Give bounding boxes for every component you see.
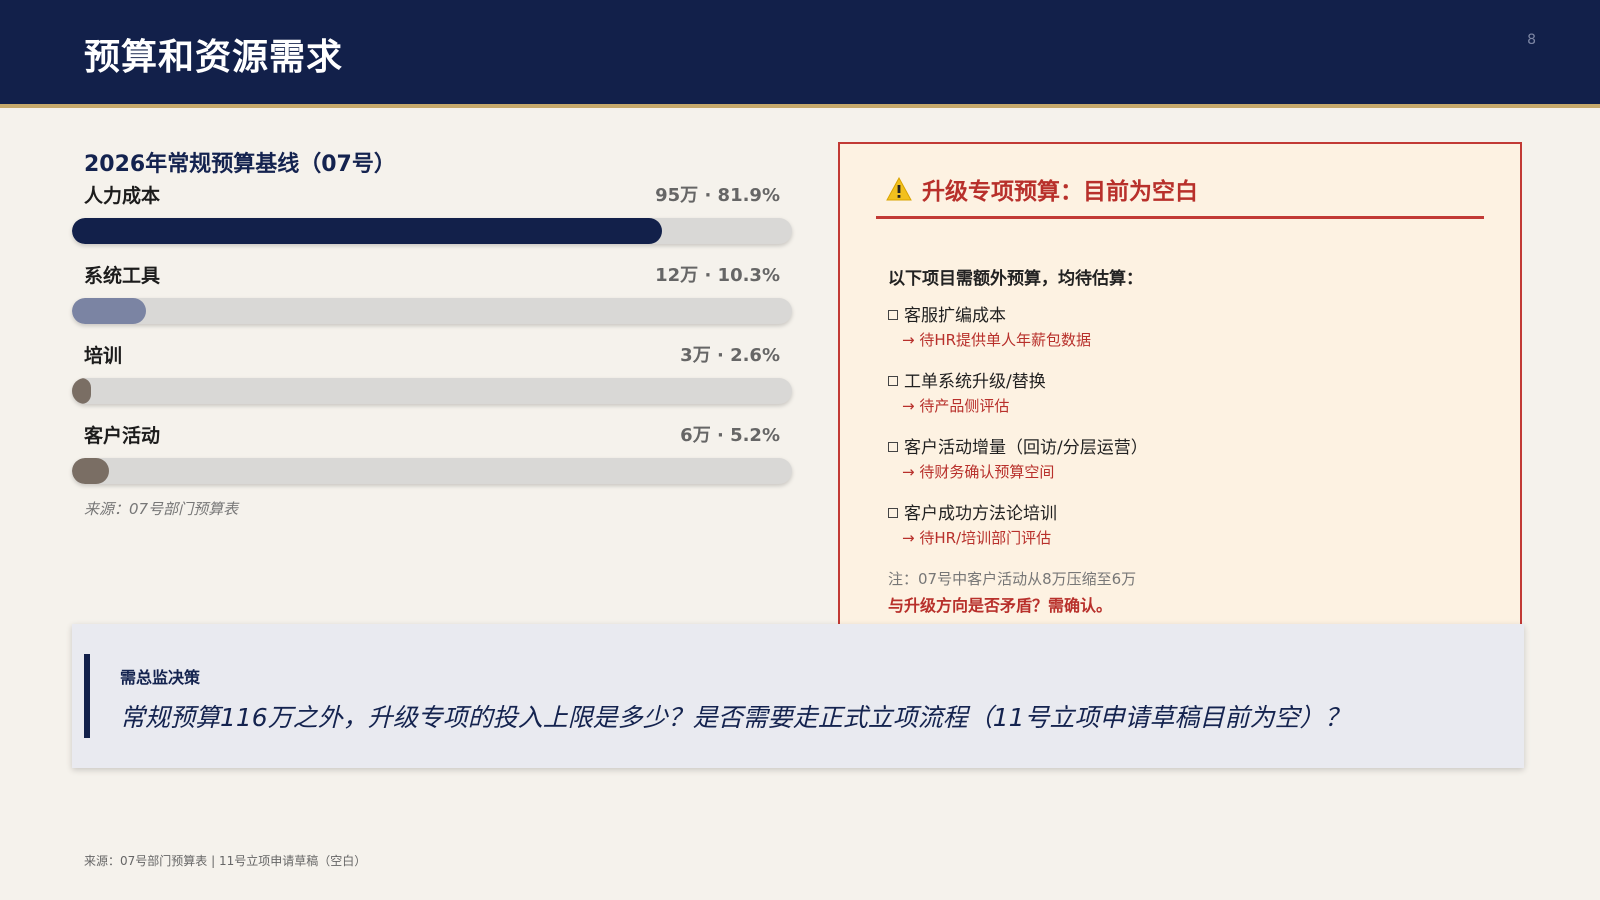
warning-icon (886, 177, 912, 201)
slide-header: 预算和资源需求 8 (0, 0, 1600, 108)
budget-item-amount: 95万 · 81.9% (655, 185, 780, 206)
budget-bar-fill (72, 218, 662, 244)
baseline-title: 2026年常规预算基线（07号） (84, 152, 396, 177)
budget-bar-track (72, 218, 792, 244)
requirement-name: 客户活动增量（回访/分层运营） (888, 436, 1468, 460)
checkbox-icon (888, 310, 898, 320)
checkbox-icon (888, 508, 898, 518)
checkbox-icon (888, 376, 898, 386)
budget-bar-track (72, 378, 792, 404)
budget-item-amount: 6万 · 5.2% (680, 425, 780, 446)
requirement-item: 客户成功方法论培训 → 待HR/培训部门评估 (888, 502, 1468, 568)
budget-bar-track (72, 458, 792, 484)
requirement-note: → 待HR提供单人年薪包数据 (902, 331, 1092, 349)
decision-callout: 需总监决策 常规预算116万之外，升级专项的投入上限是多少？是否需要走正式立项流… (72, 624, 1524, 768)
requirement-item: 工单系统升级/替换 → 待产品侧评估 (888, 370, 1468, 436)
upgrade-title: 升级专项预算：目前为空白 (922, 179, 1198, 205)
budget-item: 人力成本 95万 · 81.9% (72, 182, 792, 262)
slide-title: 预算和资源需求 (84, 37, 344, 78)
requirement-name: 客户成功方法论培训 (888, 502, 1468, 526)
upgrade-note-question: 与升级方向是否矛盾？需确认。 (888, 596, 1113, 615)
budget-bar-fill (72, 298, 147, 324)
requirement-list: 客服扩编成本 → 待HR提供单人年薪包数据 工单系统升级/替换 → 待产品侧评估客户活… (888, 304, 1468, 568)
budget-item-amount: 3万 · 2.6% (680, 345, 780, 366)
requirement-item: 客户活动增量（回访/分层运营） → 待财务确认预算空间 (888, 436, 1468, 502)
budget-item-name: 系统工具 (84, 265, 161, 287)
budget-bar-fill (72, 458, 110, 484)
budget-item: 客户活动 6万 · 5.2% (72, 422, 792, 502)
decision-label: 需总监决策 (120, 668, 201, 687)
budget-item-amount: 12万 · 10.3% (655, 265, 780, 286)
requirement-item: 客服扩编成本 → 待HR提供单人年薪包数据 (888, 304, 1468, 370)
requirement-label: 工单系统升级/替换 (904, 372, 1046, 392)
budget-item: 培训 3万 · 2.6% (72, 342, 792, 422)
requirement-name: 客服扩编成本 (888, 304, 1468, 328)
checkbox-icon (888, 442, 898, 452)
upgrade-title-row: 升级专项预算：目前为空白 (876, 172, 1484, 219)
requirement-note: → 待财务确认预算空间 (902, 463, 1055, 481)
requirement-label: 客户活动增量（回访/分层运营） (904, 438, 1148, 458)
budget-item-name: 客户活动 (84, 425, 161, 447)
upgrade-note: 注：07号中客户活动从8万压缩至6万 (888, 570, 1137, 588)
requirement-label: 客服扩编成本 (904, 306, 1006, 326)
callout-accent-bar (84, 654, 90, 738)
budget-item-name: 人力成本 (84, 185, 161, 207)
requirement-name: 工单系统升级/替换 (888, 370, 1468, 394)
budget-bar-track (72, 298, 792, 324)
budget-bar-fill (72, 378, 91, 404)
page-number: 8 (1527, 32, 1536, 48)
budget-item: 系统工具 12万 · 10.3% (72, 262, 792, 342)
requirement-label: 客户成功方法论培训 (904, 504, 1057, 524)
requirement-note: → 待产品侧评估 (902, 397, 1010, 415)
budget-baseline-panel: 2026年常规预算基线（07号） 人力成本 95万 · 81.9% 系统工具 12万 … (72, 148, 792, 519)
footer-source: 来源：07号部门预算表 | 11号立项申请草稿（空白） (84, 854, 367, 868)
upgrade-intro: 以下项目需额外预算，均待估算： (888, 269, 1143, 289)
upgrade-budget-panel: 升级专项预算：目前为空白 以下项目需额外预算，均待估算： 客服扩编成本 → 待HR… (838, 142, 1522, 682)
decision-question: 常规预算116万之外，升级专项的投入上限是多少？是否需要走正式立项流程（11号立… (120, 703, 1350, 732)
budget-item-name: 培训 (84, 345, 123, 367)
requirement-note: → 待HR/培训部门评估 (902, 529, 1052, 547)
